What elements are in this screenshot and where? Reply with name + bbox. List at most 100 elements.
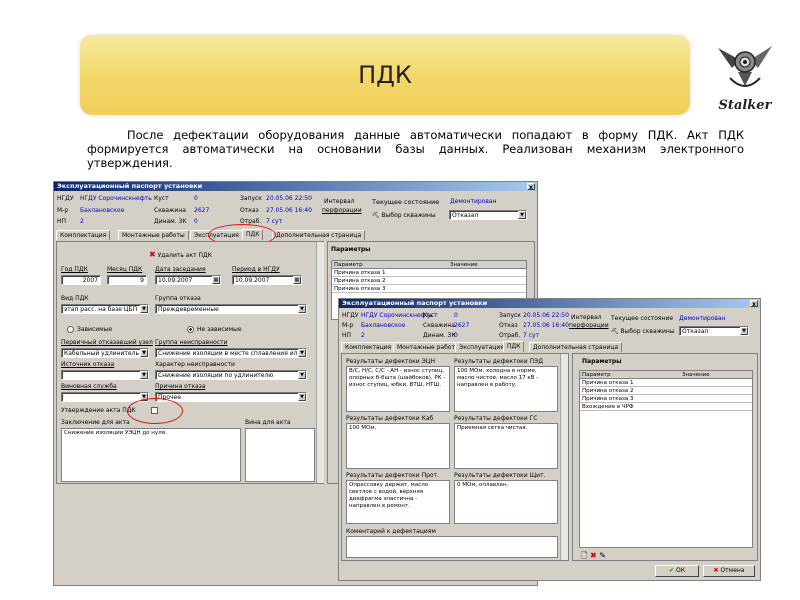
tab-pdk-2[interactable]: ПДК [503,341,525,352]
perv-select[interactable]: Кабельный удлинитель ▼ [61,348,149,358]
radio-zavisimye[interactable] [67,326,74,333]
ist-select[interactable]: ▼ [61,370,149,380]
choose-well-button[interactable]: ⛏ Выбор скважины [372,212,436,219]
chevron-down-icon[interactable]: ▼ [518,211,526,219]
perf-label[interactable]: перфорации [322,207,362,214]
har-select[interactable]: Снижение изоляции по удлинителю ▼ [155,370,307,380]
window-1-close-button[interactable]: x [527,183,535,191]
din-value-2: 0 [454,332,458,339]
date-field[interactable]: 10.09.2007 ▦ [155,275,221,285]
grid-row[interactable]: Причина отказа 1 [580,379,752,387]
res-ecn-textarea[interactable]: В/С, Н/С, С/С - АН - износ ступиц, опорн… [346,366,450,412]
res-gs-textarea[interactable]: Приемная сетка чистая. [454,423,558,469]
res-kab-textarea[interactable]: 100 МОм. [346,423,450,469]
tab-montazh[interactable]: Монтажные работы [118,230,189,240]
prich-select[interactable]: Прочее ▼ [155,392,307,402]
zapusk-label-2: Запуск [499,312,521,319]
status-select-2[interactable]: Отказал ▼ [679,326,749,336]
well-icon: ⛏ [372,212,380,219]
grn-select[interactable]: Снижение изоляции в месте сплавления или… [155,348,307,358]
cancel-x-icon: ✖ [713,567,719,574]
comment-textarea[interactable] [346,536,558,558]
period-field[interactable]: 10.09.2007 ▦ [232,275,302,285]
window-2-close-button[interactable]: x [750,300,758,308]
otkaz-label-2: Отказ [499,322,518,329]
form-scrollbar[interactable] [316,242,324,483]
choose-well-button-2[interactable]: ⛏ Выбор скважины [611,328,675,335]
mes-field[interactable]: 9 [107,275,147,285]
group-select[interactable]: Преждевременные ▼ [155,304,307,314]
grid-row[interactable]: Причина отказа 2 [332,277,526,285]
perf-label-2[interactable]: перфорации [569,322,609,329]
chevron-down-icon[interactable]: ▼ [740,327,748,335]
period-value: 10.09.2007 [235,277,270,284]
window-2-title: Эксплуатационный паспорт установки [342,299,488,307]
edit-record-icon[interactable]: ✎ [599,551,606,560]
otkaz-value: 27.05.06 16:40 [266,207,312,214]
prich-label: Причина отказа [155,383,206,390]
res-shch-textarea[interactable]: 0 МОм, оплавлен. [454,480,558,524]
zapusk-label: Запуск [240,195,262,202]
passport-window-2: Эксплуатационный паспорт установки x НГДУ… [338,298,761,581]
vid-label: Вид ПДК [61,295,89,302]
ok-button[interactable]: ✔ ОК [655,565,699,577]
zakl-textarea[interactable]: Снижение изоляции УЭЦН до нуля. [61,428,241,482]
grid-row[interactable]: Вхождение в ЧРФ [580,403,752,411]
tab-ekspluataciya-2[interactable]: Эксплуатация [455,342,508,352]
chevron-down-icon[interactable]: ▼ [140,305,148,313]
radio-nezavisimye[interactable] [187,326,194,333]
delete-record-icon[interactable]: ✖ [590,551,597,560]
tab-komplektaciya-2[interactable]: Комплектация [341,342,396,352]
chevron-down-icon[interactable]: ▼ [298,349,306,357]
ngdu-value: НГДУ Сорочинскнефть [80,195,152,202]
defect-scrollbar[interactable] [560,354,568,560]
vin-label: Виновная служба [61,383,117,390]
delete-act-button[interactable]: ✖ Удалить акт ПДК [149,250,212,259]
tab-dop-stranica[interactable]: Дополнительная страница [272,230,366,240]
kust-value: 0 [194,195,198,202]
np-value-2: 2 [361,332,365,339]
chevron-down-icon[interactable]: ▼ [298,371,306,379]
grid-row[interactable]: Причина отказа 2 [580,387,752,395]
tab-dop-stranica-2[interactable]: Дополнительная страница [529,342,623,352]
new-record-icon[interactable]: 🗋 [581,551,587,560]
res-ped-textarea[interactable]: 100 МОм, холодна в норме, масло чистое, … [454,366,558,412]
grid-col-value: Значение [450,262,478,268]
vid-select[interactable]: этап расс. на базе ЦБП ▼ [61,304,149,314]
vina-textarea[interactable] [245,428,315,482]
din-label: Динам. ЗК [154,218,187,225]
chevron-down-icon[interactable]: ▼ [140,371,148,379]
chevron-down-icon[interactable]: ▼ [298,393,306,401]
well-icon: ⛏ [611,328,619,335]
state-label: Текущее состояние [372,198,440,206]
pdk-form-panel: ✖ Удалить акт ПДК Год ПДК 2007 Месяц ПДК… [56,241,324,484]
params-panel-2: Параметры Параметр Значение Причина отказ… [572,353,758,561]
ok-label: ОК [675,567,685,574]
god-field[interactable]: 2007 [61,275,101,285]
status-select[interactable]: Отказал ▼ [449,210,527,220]
cancel-button[interactable]: ✖ Отмена [703,565,755,577]
res-prot-textarea[interactable]: Опрессовку держит, масло светлое с водой… [346,480,450,524]
calendar-icon[interactable]: ▦ [293,276,301,284]
chevron-down-icon[interactable]: ▼ [298,305,306,313]
tab-montazh-2[interactable]: Монтажные работы [393,342,464,352]
mes-label: Месяц ПДК [107,266,143,273]
delete-act-label: Удалить акт ПДК [157,252,212,259]
interval-label-2: Интервал [571,314,602,321]
res-prot-label: Результаты дефектоки Прот. [346,472,440,479]
chevron-down-icon[interactable]: ▼ [140,349,148,357]
skv-label-2: Скважина [423,322,455,329]
grid-row[interactable]: Причина отказа 3 [580,395,752,403]
mr-value-2: Бахлановское [361,322,406,329]
kust-label-2: Куст [423,312,438,319]
otrab-value-2: 7 сут [523,332,540,339]
tab-komplektaciya[interactable]: Комплектация [56,230,111,240]
description-text: После дефектации оборудования данные авт… [87,128,744,170]
grid-row[interactable]: Причина отказа 3 [332,285,526,293]
grid-toolbar: 🗋 ✖ ✎ [581,550,606,564]
calendar-icon[interactable]: ▦ [212,276,220,284]
mr-label-2: М-р [342,322,354,329]
grid-row[interactable]: Причина отказа 1 [332,269,526,277]
zapusk-value: 20.05.06 22:50 [266,195,312,202]
logo-text: Stalker [718,98,772,113]
